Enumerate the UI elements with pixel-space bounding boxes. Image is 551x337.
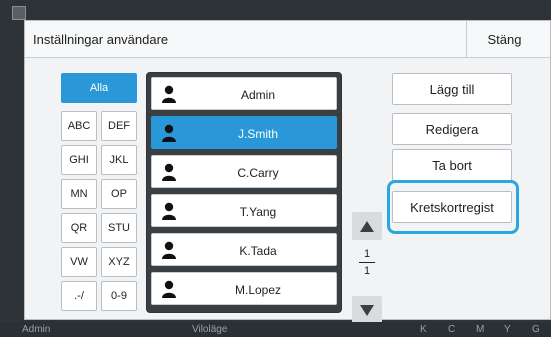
status-user: Admin (22, 324, 51, 335)
page-total: 1 (363, 265, 371, 277)
filter-op[interactable]: OP (101, 179, 137, 209)
user-name: K.Tada (239, 243, 277, 258)
filter-jkl[interactable]: JKL (101, 145, 137, 175)
ink-y: Y (504, 324, 511, 335)
ink-k: K (420, 324, 427, 335)
person-icon (162, 280, 176, 298)
user-name: Admin (240, 87, 275, 102)
ink-g: G (532, 324, 540, 335)
filter-vw[interactable]: VW (61, 247, 97, 277)
user-row-tyang[interactable]: T.Yang (151, 194, 337, 227)
status-bar: Admin Viloläge K C M Y G (0, 322, 551, 337)
card-register-button[interactable]: Kretskortregist (392, 191, 512, 223)
page-current: 1 (363, 248, 371, 260)
triangle-up-icon (360, 220, 374, 232)
filter-mn[interactable]: MN (61, 179, 97, 209)
dialog-titlebar: Inställningar användare Stäng (25, 21, 550, 58)
ink-c: C (448, 324, 456, 335)
background-icon (12, 6, 26, 20)
user-name: J.Smith (237, 126, 278, 141)
page-up-button[interactable] (352, 212, 382, 240)
person-icon (162, 163, 176, 181)
filter-def[interactable]: DEF (101, 111, 137, 141)
edit-user-button[interactable]: Redigera (392, 113, 512, 145)
filter-digits[interactable]: 0-9 (101, 281, 137, 311)
device-screen: Inställningar användare Stäng Alla ABC D… (0, 0, 551, 337)
person-icon (162, 124, 176, 142)
filter-ghi[interactable]: GHI (61, 145, 97, 175)
user-name: T.Yang (239, 204, 277, 219)
person-icon (162, 241, 176, 259)
page-indicator: 1 1 (352, 248, 382, 277)
person-icon (162, 202, 176, 220)
user-row-mlopez[interactable]: M.Lopez (151, 272, 337, 305)
person-icon (162, 85, 176, 103)
page-down-button[interactable] (352, 296, 382, 324)
user-row-admin[interactable]: Admin (151, 77, 337, 110)
close-button[interactable]: Stäng (466, 21, 542, 58)
filter-all[interactable]: Alla (61, 73, 137, 103)
dialog-title: Inställningar användare (33, 32, 169, 47)
user-name: C.Carry (237, 165, 279, 180)
add-user-button[interactable]: Lägg till (392, 73, 512, 105)
user-settings-dialog: Inställningar användare Stäng Alla ABC D… (24, 20, 551, 324)
filter-qr[interactable]: QR (61, 213, 97, 243)
ink-m: M (476, 324, 485, 335)
user-row-jsmith[interactable]: J.Smith (151, 116, 337, 149)
filter-symbols[interactable]: .-/ (61, 281, 97, 311)
filter-stu[interactable]: STU (101, 213, 137, 243)
user-list[interactable]: Admin J.Smith C.Carry T.Yang K.Tada M.Lo… (146, 72, 342, 313)
user-row-ktada[interactable]: K.Tada (151, 233, 337, 266)
delete-user-button[interactable]: Ta bort (392, 149, 512, 181)
user-row-ccarry[interactable]: C.Carry (151, 155, 337, 188)
status-mode: Viloläge (192, 324, 228, 335)
filter-abc[interactable]: ABC (61, 111, 97, 141)
filter-xyz[interactable]: XYZ (101, 247, 137, 277)
user-name: M.Lopez (234, 282, 282, 297)
triangle-down-icon (360, 304, 374, 316)
